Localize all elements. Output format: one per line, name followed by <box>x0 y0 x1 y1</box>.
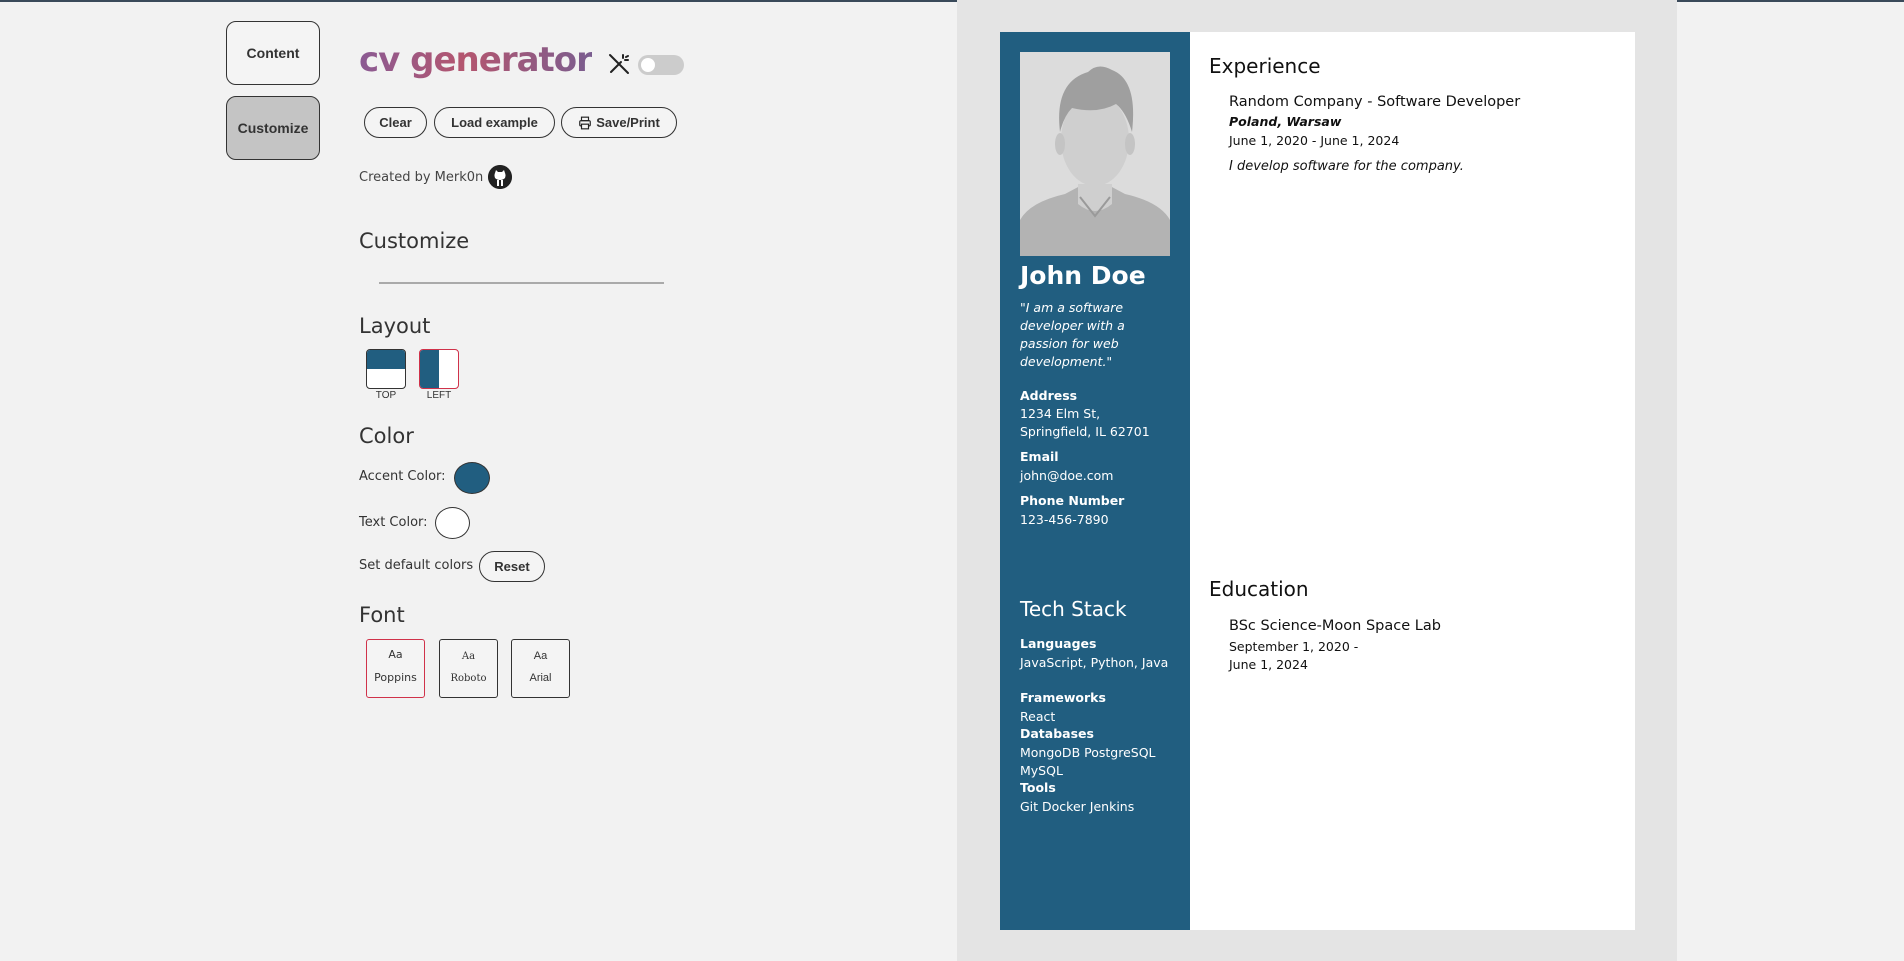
tech-tools-label: Tools <box>1020 780 1056 795</box>
credit: Created by Merk0n <box>359 165 513 189</box>
font-sample: Aa <box>533 650 548 662</box>
load-example-button[interactable]: Load example <box>434 107 555 138</box>
layout-left-option[interactable] <box>419 349 459 389</box>
customize-heading: Customize <box>359 229 470 253</box>
save-print-button[interactable]: Save/Print <box>561 107 677 138</box>
cv-summary: "I am a software developer with a passio… <box>1020 300 1125 369</box>
layout-top-label: TOP <box>375 390 397 401</box>
magic-wand-off-icon[interactable] <box>607 52 631 76</box>
font-name: Poppins <box>374 671 417 684</box>
accent-color-picker[interactable] <box>454 462 490 494</box>
experience-dates: June 1, 2020 - June 1, 2024 <box>1229 133 1400 148</box>
cv-name: John Doe <box>1020 261 1146 290</box>
phone-value: 123-456-7890 <box>1020 512 1109 527</box>
reset-colors-button[interactable]: Reset <box>479 551 545 582</box>
address-label: Address <box>1020 388 1078 403</box>
content-tab-button[interactable]: Content <box>226 21 320 85</box>
tech-frameworks-value: React <box>1020 709 1056 724</box>
font-option-arial[interactable]: Aa Arial <box>511 639 570 698</box>
reset-label: Reset <box>494 559 530 574</box>
tech-databases-label: Databases <box>1020 726 1094 741</box>
divider <box>379 282 664 284</box>
app-title: cv generator <box>359 40 593 80</box>
layout-top-preview <box>367 350 405 369</box>
experience-location: Poland, Warsaw <box>1229 114 1342 129</box>
clear-button[interactable]: Clear <box>364 107 427 138</box>
font-sample: Aa <box>461 651 476 662</box>
clear-label: Clear <box>379 115 412 130</box>
tech-languages-value: JavaScript, Python, Java <box>1020 655 1169 670</box>
email-label: Email <box>1020 449 1059 464</box>
education-degree: BSc Science-Moon Space Lab <box>1229 618 1441 634</box>
layout-heading: Layout <box>359 314 431 338</box>
theme-toggle[interactable] <box>638 55 684 75</box>
layout-left-preview <box>420 350 439 388</box>
education-heading: Education <box>1209 577 1309 601</box>
phone-label: Phone Number <box>1020 493 1125 508</box>
experience-role: Random Company - Software Developer <box>1229 94 1521 110</box>
tech-languages-label: Languages <box>1020 636 1097 651</box>
layout-top-option[interactable] <box>366 349 406 389</box>
email-value: john@doe.com <box>1020 468 1114 483</box>
save-print-label: Save/Print <box>596 115 660 130</box>
accent-color-label: Accent Color: <box>359 469 446 484</box>
tech-stack-heading: Tech Stack <box>1020 597 1127 621</box>
tech-databases-value: MongoDB PostgreSQL MySQL <box>1020 745 1156 778</box>
education-dates: September 1, 2020 - June 1, 2024 <box>1229 639 1359 672</box>
load-example-label: Load example <box>451 115 538 130</box>
printer-icon <box>579 116 592 129</box>
font-option-poppins[interactable]: Aa Poppins <box>366 639 425 698</box>
font-name: Roboto <box>450 673 487 684</box>
font-sample: Aa <box>388 648 403 661</box>
default-colors-label: Set default colors <box>359 558 474 573</box>
address-value: 1234 Elm St, Springfield, IL 62701 <box>1020 406 1150 439</box>
github-icon[interactable] <box>488 165 513 189</box>
profile-photo <box>1020 52 1170 256</box>
text-color-label: Text Color: <box>359 515 428 530</box>
tech-frameworks-label: Frameworks <box>1020 690 1106 705</box>
tech-tools-value: Git Docker Jenkins <box>1020 799 1135 814</box>
text-color-picker[interactable] <box>435 507 470 539</box>
experience-heading: Experience <box>1209 54 1321 78</box>
font-name: Arial <box>529 672 552 684</box>
credit-text: Created by Merk0n <box>359 169 484 185</box>
font-heading: Font <box>359 603 405 627</box>
layout-left-label: LEFT <box>426 390 452 401</box>
customize-tab-button[interactable]: Customize <box>226 96 320 160</box>
color-heading: Color <box>359 424 414 448</box>
experience-description: I develop software for the company. <box>1229 159 1464 174</box>
font-option-roboto[interactable]: Aa Roboto <box>439 639 498 698</box>
